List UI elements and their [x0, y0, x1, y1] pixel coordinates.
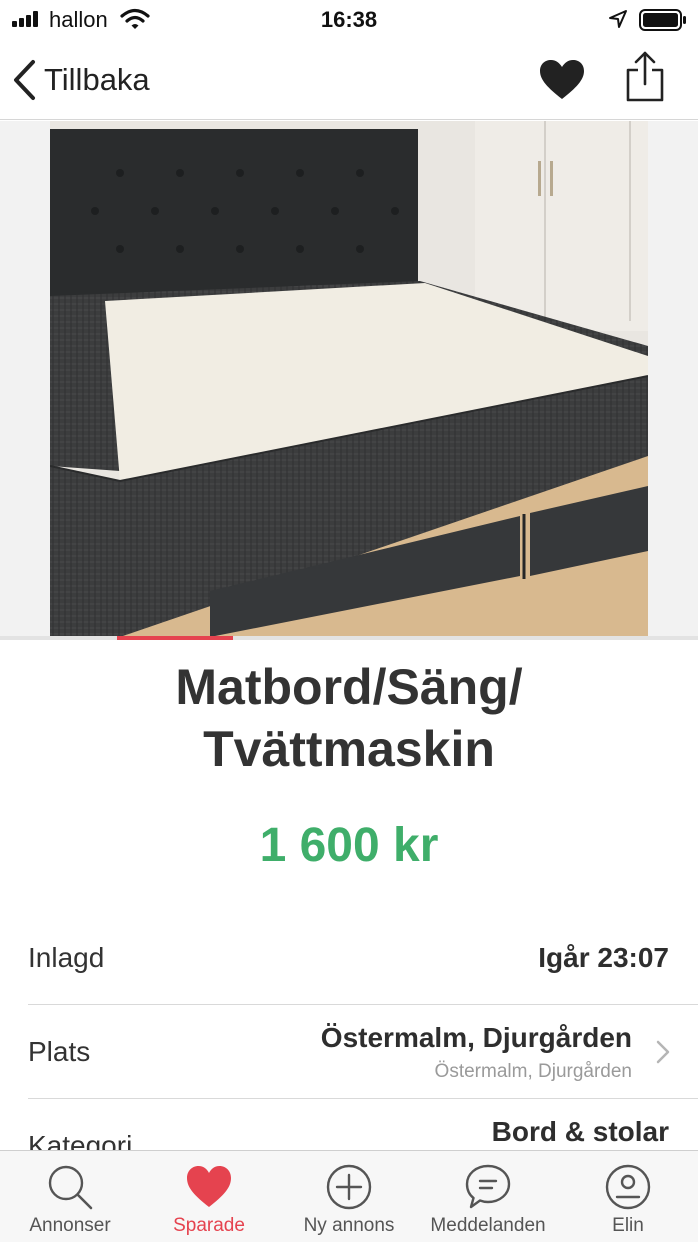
tab-profile[interactable]: Elin — [558, 1151, 698, 1242]
tab-label: Elin — [612, 1215, 644, 1236]
chat-bubble-icon — [465, 1164, 511, 1209]
battery-icon — [639, 9, 686, 31]
tab-label: Meddelanden — [430, 1215, 546, 1236]
search-icon — [48, 1165, 93, 1210]
image-gallery[interactable] — [0, 121, 698, 637]
category-label: Kategori — [28, 1130, 133, 1150]
posted-value: Igår 23:07 — [538, 942, 669, 973]
tab-label: Sparade — [173, 1215, 245, 1236]
heart-icon — [187, 1166, 231, 1207]
posted-row: Inlagd Igår 23:07 — [28, 938, 698, 1004]
tab-label: Ny annons — [303, 1215, 395, 1236]
back-label: Tillbaka — [44, 62, 150, 97]
location-label: Plats — [28, 1036, 91, 1067]
plus-circle-icon — [326, 1164, 372, 1210]
profile-icon — [605, 1164, 651, 1210]
tab-meddelanden[interactable]: Meddelanden — [418, 1151, 558, 1242]
navigation-bar: Tillbaka — [0, 40, 698, 120]
status-bar: hallon 16:38 — [0, 0, 698, 40]
location-row[interactable]: Plats Östermalm, Djurgården Östermalm, D… — [28, 1005, 698, 1098]
image-page-indicator — [0, 636, 698, 640]
tab-label: Annonser — [29, 1215, 111, 1236]
location-arrow-icon — [609, 10, 627, 28]
back-button[interactable]: Tillbaka — [12, 56, 150, 104]
active-page-marker — [117, 636, 233, 640]
bed-photo — [50, 121, 648, 637]
tab-sparade[interactable]: Sparade — [139, 1151, 279, 1242]
location-value: Östermalm, Djurgården — [320, 1022, 632, 1053]
chevron-right-icon — [656, 1040, 670, 1064]
status-time: 16:38 — [320, 7, 378, 32]
category-row: Kategori Bord & stolar — [28, 1099, 698, 1150]
share-icon[interactable] — [624, 50, 666, 102]
chevron-left-icon — [14, 60, 35, 100]
location-subtitle: Östermalm, Djurgården — [434, 1061, 632, 1082]
tab-annonser[interactable]: Annonser — [0, 1151, 140, 1242]
category-value: Bord & stolar — [491, 1116, 669, 1147]
listing-title: Matbord/Säng/ Tvättmaskin — [175, 659, 523, 777]
posted-label: Inlagd — [28, 942, 105, 973]
tab-bar: Annonser Sparade Ny annons Meddelanden E… — [0, 1150, 698, 1242]
listing-price: 1 600 kr — [259, 819, 439, 872]
tab-ny-annons[interactable]: Ny annons — [279, 1151, 419, 1242]
heart-icon[interactable] — [538, 58, 586, 102]
